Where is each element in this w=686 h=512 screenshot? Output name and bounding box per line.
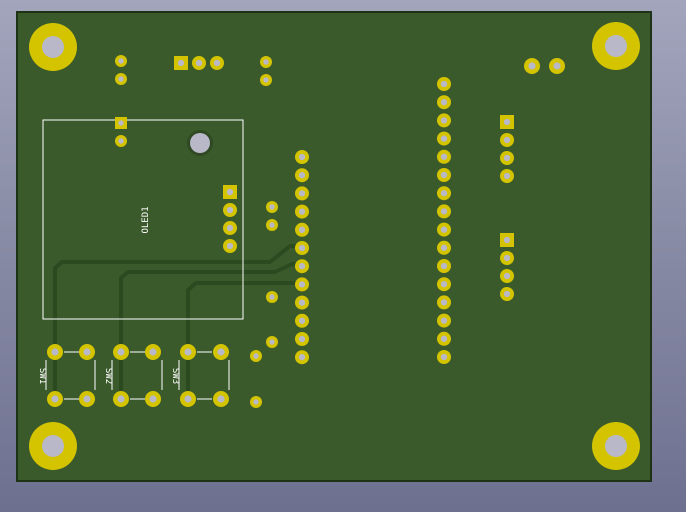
pad-icon [437, 295, 451, 310]
pad-icon [295, 277, 309, 292]
pad-icon [437, 350, 451, 364]
pad-icon [115, 73, 127, 85]
pad-icon [213, 391, 229, 407]
pad-icon [79, 344, 95, 360]
pad-icon [113, 344, 129, 360]
pad-icon [500, 133, 514, 147]
pad-icon [180, 344, 196, 360]
pad-icon [500, 169, 514, 183]
pad-icon [260, 74, 272, 86]
pad-icon [295, 150, 309, 164]
pad-icon [223, 203, 237, 217]
pad-icon [437, 240, 451, 255]
sw1-label: SW1 [37, 368, 47, 384]
pad-icon [115, 55, 127, 67]
square-pad-icon [500, 233, 514, 247]
pad-icon [295, 332, 309, 346]
pad-icon [180, 391, 196, 407]
pad-icon [145, 344, 161, 360]
pad-icon [549, 58, 565, 74]
pad-icon [295, 241, 309, 255]
pad-icon [437, 259, 451, 273]
pad-icon [437, 186, 451, 201]
square-pad-icon [223, 185, 237, 199]
pad-icon [437, 131, 451, 146]
pad-icon [437, 95, 451, 110]
pad-icon [295, 186, 309, 201]
pad-icon [437, 204, 451, 219]
pad-icon [500, 151, 514, 165]
pad-icon [437, 277, 451, 292]
pad-icon [295, 295, 309, 310]
square-pad-icon [500, 115, 514, 129]
pad-icon [437, 149, 451, 164]
oled-mount-drill [190, 133, 210, 153]
pad-icon [437, 168, 451, 182]
pad-icon [437, 113, 451, 128]
pad-icon [295, 350, 309, 365]
pad-icon [47, 344, 63, 360]
pad-icon [295, 204, 309, 219]
pad-icon [213, 344, 229, 360]
pad-icon [437, 77, 451, 91]
sw2-label: SW2 [103, 368, 113, 384]
pad-icon [223, 239, 237, 253]
pad-icon [437, 222, 451, 237]
pad-icon [295, 168, 309, 183]
pcb-view: OLED1 SW1 SW2 SW3 [16, 11, 652, 482]
pad-icon [223, 221, 237, 235]
pad-icon [79, 391, 95, 407]
pad-icon [47, 391, 63, 407]
pad-icon [266, 336, 278, 348]
oled-label: OLED1 [141, 206, 151, 233]
pad-icon [500, 287, 514, 301]
square-pad-icon [174, 56, 188, 70]
mounting-hole-icon [592, 22, 640, 70]
pad-icon [295, 259, 309, 274]
pad-icon [266, 201, 278, 213]
pad-icon [250, 350, 262, 362]
pad-icon [524, 58, 540, 74]
mounting-hole-icon [29, 23, 77, 71]
pad-icon [115, 135, 127, 147]
pcb-board [16, 11, 652, 482]
pad-icon [437, 331, 451, 346]
pad-icon [295, 222, 309, 237]
pad-icon [500, 269, 514, 283]
pad-icon [250, 396, 262, 408]
pad-icon [113, 391, 129, 407]
pad-icon [260, 56, 272, 68]
pad-icon [210, 56, 224, 70]
mounting-hole-icon [29, 422, 77, 470]
pad-icon [295, 313, 309, 328]
square-pad-icon [115, 117, 127, 129]
pad-icon [266, 291, 278, 303]
pad-icon [437, 313, 451, 328]
pad-icon [500, 251, 514, 265]
mounting-hole-icon [592, 422, 640, 470]
pad-icon [266, 219, 278, 231]
pad-icon [145, 391, 161, 407]
sw3-label: SW3 [170, 368, 180, 384]
pad-icon [192, 56, 206, 70]
